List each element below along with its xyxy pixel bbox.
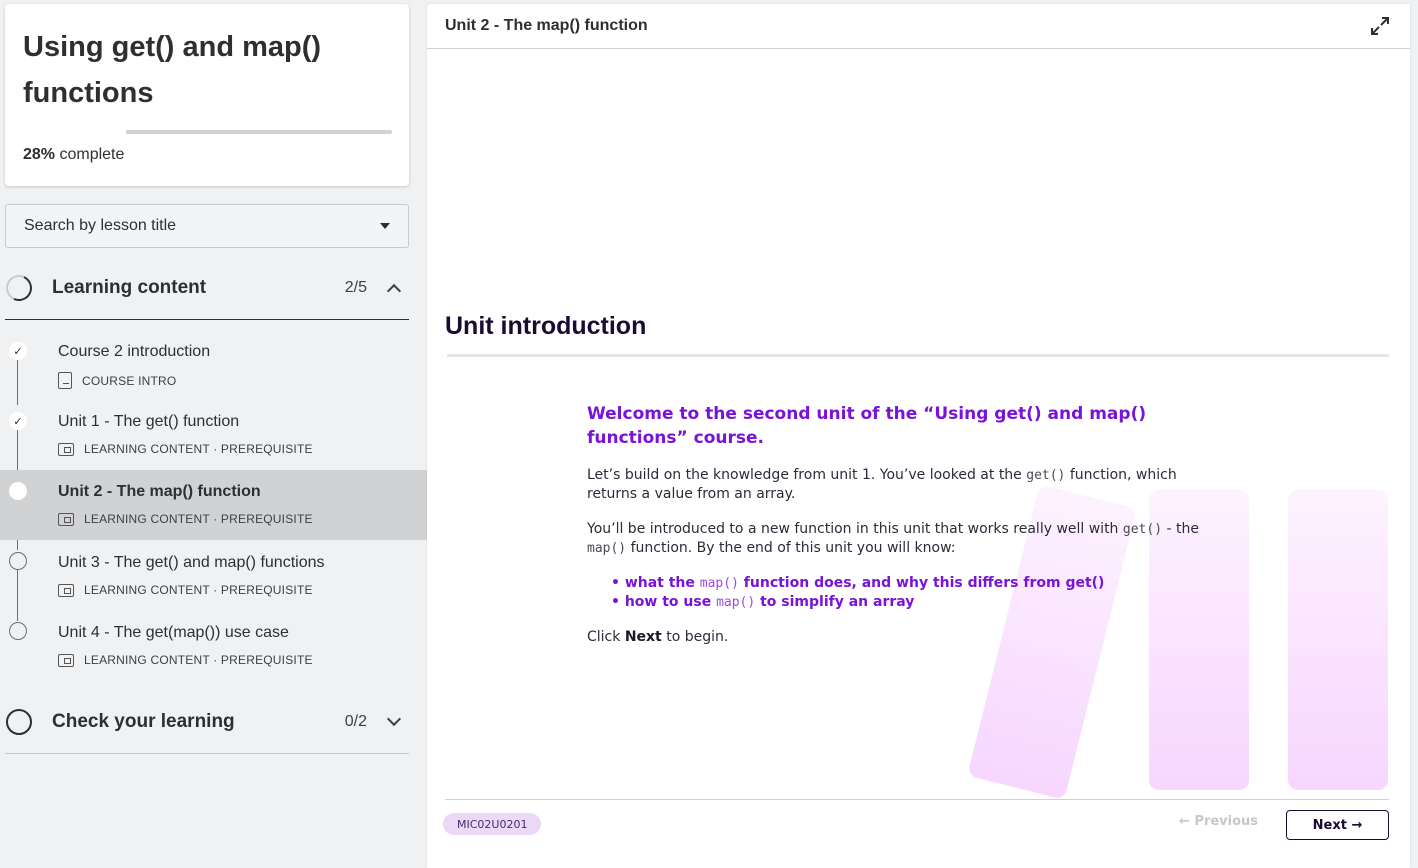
lesson-meta-text: LEARNING CONTENT · PREREQUISITE — [84, 512, 313, 526]
chevron-up-icon — [386, 283, 402, 299]
footer-divider — [445, 799, 1389, 800]
heading-rule — [447, 354, 1389, 357]
lesson-title: Course 2 introduction — [58, 343, 211, 360]
lesson-title: Unit 4 - The get(map()) use case — [58, 624, 289, 641]
chevron-down-icon — [386, 711, 402, 727]
lesson-item-active[interactable]: Unit 2 - The map() function LEARNING CON… — [0, 470, 427, 540]
section-label: Check your learning — [52, 711, 235, 732]
code-inline: get() — [1122, 522, 1163, 537]
lesson-header-title: Unit 2 - The map() function — [445, 17, 648, 34]
lesson-meta: LEARNING CONTENT · PREREQUISITE — [58, 442, 313, 456]
lesson-title: Unit 3 - The get() and map() functions — [58, 554, 325, 571]
code-inline: map() — [716, 595, 756, 610]
section-count: 0/2 — [344, 713, 367, 730]
section-divider — [5, 753, 409, 754]
lesson-content-panel: Unit 2 - The map() function Unit introdu… — [427, 4, 1410, 868]
progress-percent: 28% — [23, 146, 56, 163]
code-inline: map() — [699, 576, 739, 591]
lesson-title: Unit 2 - The map() function — [58, 483, 261, 500]
check-icon: ✓ — [9, 342, 27, 360]
decorative-shape — [1288, 490, 1388, 790]
text: You’ll be introduced to a new function i… — [587, 521, 1123, 537]
text: how to use — [624, 594, 717, 610]
lesson-meta-text: COURSE INTRO — [82, 373, 177, 388]
lesson-meta: COURSE INTRO — [58, 372, 176, 389]
lesson-title: Unit 1 - The get() function — [58, 413, 240, 430]
incomplete-circle-icon — [9, 622, 27, 640]
lesson-item[interactable]: ✓ Unit 1 - The get() function LEARNING C… — [0, 400, 427, 470]
next-button[interactable]: Next → — [1286, 810, 1389, 840]
lesson-code-badge: MIC02U0201 — [443, 813, 542, 835]
paragraph-1: Let’s build on the knowledge from unit 1… — [587, 466, 1227, 504]
current-lesson-dot-icon — [9, 482, 27, 500]
section-check-your-learning[interactable]: Check your learning 0/2 — [5, 698, 409, 746]
lesson-header: Unit 2 - The map() function — [427, 4, 1410, 49]
video-icon — [58, 653, 74, 667]
text-bold: Next — [624, 629, 662, 645]
course-progress-bar — [23, 130, 392, 134]
lesson-meta: LEARNING CONTENT · PREREQUISITE — [58, 583, 313, 597]
paragraph-2: You’ll be introduced to a new function i… — [587, 520, 1227, 558]
document-icon — [58, 372, 72, 389]
text: - the — [1162, 521, 1199, 537]
lesson-search-placeholder: Search by lesson title — [24, 217, 177, 234]
lesson-meta-text: LEARNING CONTENT · PREREQUISITE — [84, 442, 313, 456]
click-next-instruction: Click Next to begin. — [587, 628, 1227, 647]
course-title: Using get() and map() functions — [23, 31, 322, 109]
text: to begin. — [661, 629, 729, 645]
section-progress-ring-icon — [6, 709, 32, 735]
text: function. By the end of this unit you wi… — [626, 540, 956, 556]
list-item: how to use map() to simplify an array — [611, 593, 1227, 612]
course-progress-fill — [23, 130, 127, 134]
caret-down-icon — [380, 223, 390, 229]
lesson-meta: LEARNING CONTENT · PREREQUISITE — [58, 512, 313, 526]
lesson-search-dropdown[interactable]: Search by lesson title — [5, 204, 409, 248]
course-header-card: Using get() and map() functions 28% comp… — [5, 4, 409, 186]
lesson-item[interactable]: Unit 4 - The get(map()) use case LEARNIN… — [0, 611, 427, 681]
incomplete-circle-icon — [9, 552, 27, 570]
section-progress-ring-icon — [2, 271, 36, 305]
course-sidebar: Using get() and map() functions 28% comp… — [0, 0, 427, 868]
video-icon — [58, 442, 74, 456]
previous-button[interactable]: ← Previous — [1179, 814, 1258, 829]
welcome-heading: Welcome to the second unit of the “Using… — [587, 404, 1147, 448]
video-icon — [58, 583, 74, 597]
lesson-item[interactable]: Unit 3 - The get() and map() functions L… — [0, 541, 427, 611]
text: Let’s build on the knowledge from unit 1… — [587, 467, 1027, 483]
check-icon: ✓ — [9, 412, 27, 430]
video-icon — [58, 512, 74, 526]
section-learning-content[interactable]: Learning content 2/5 — [2, 264, 409, 312]
lesson-item[interactable]: ✓ Course 2 introduction COURSE INTRO — [0, 330, 427, 400]
text: to simplify an array — [755, 594, 915, 610]
progress-suffix: complete — [55, 146, 125, 163]
expand-fullscreen-icon[interactable] — [1370, 16, 1390, 36]
code-inline: map() — [587, 541, 627, 556]
text: what the — [624, 575, 700, 591]
section-heading: Unit introduction — [445, 312, 647, 340]
lesson-meta: LEARNING CONTENT · PREREQUISITE — [58, 653, 313, 667]
lesson-body: Welcome to the second unit of the “Using… — [587, 402, 1227, 647]
code-inline: get() — [1026, 468, 1066, 483]
lesson-meta-text: LEARNING CONTENT · PREREQUISITE — [84, 653, 313, 667]
list-item: what the map() function does, and why th… — [611, 574, 1227, 593]
section-count: 2/5 — [344, 279, 367, 296]
text: function does, and why this differs from… — [738, 575, 1105, 591]
course-progress-text: 28% complete — [23, 146, 124, 164]
text: Click — [587, 629, 625, 645]
section-divider — [5, 319, 409, 320]
learning-objectives-list: what the map() function does, and why th… — [587, 574, 1227, 612]
lesson-meta-text: LEARNING CONTENT · PREREQUISITE — [84, 583, 313, 597]
section-label: Learning content — [52, 277, 207, 298]
